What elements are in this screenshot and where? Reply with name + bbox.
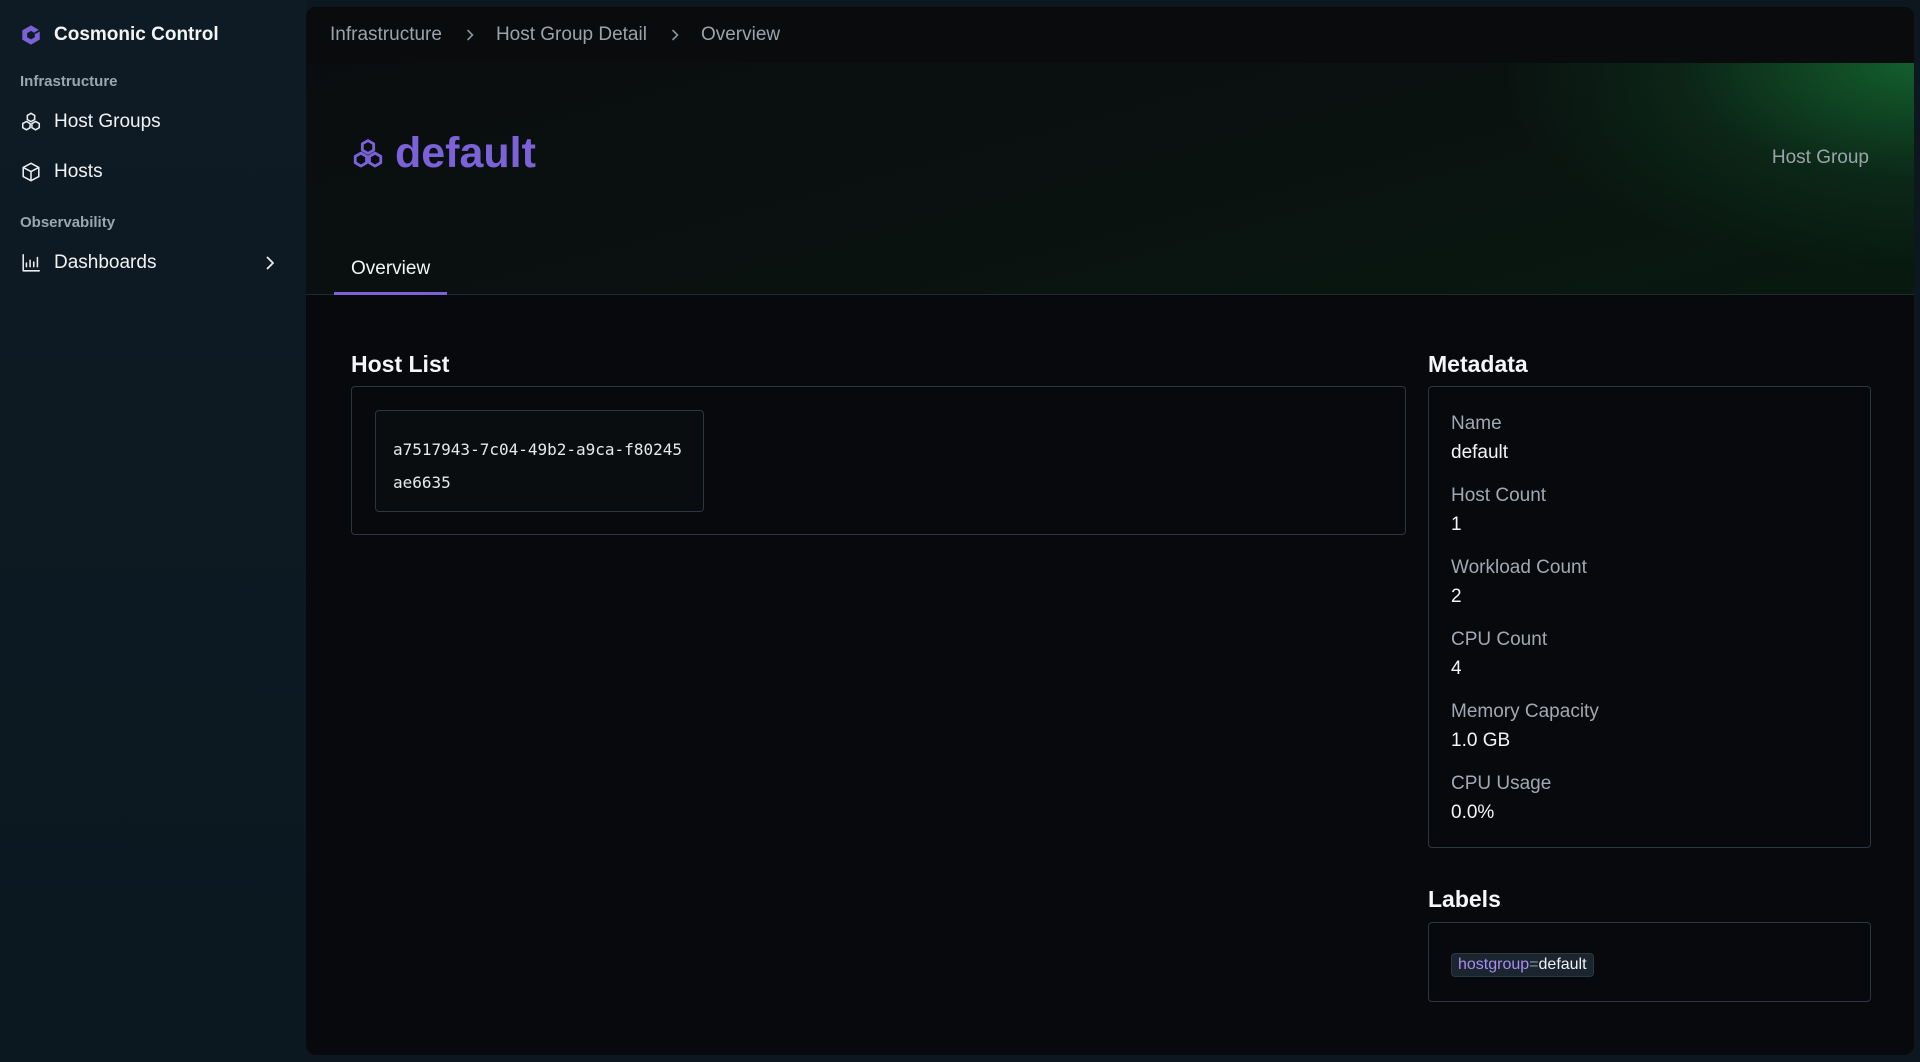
page-title: default (351, 129, 536, 178)
breadcrumb-item-overview[interactable]: Overview (701, 24, 780, 46)
label-tag[interactable]: hostgroup=default (1451, 953, 1594, 977)
metadata-value: 2 (1451, 586, 1462, 607)
label-value: default (1538, 956, 1587, 973)
sidebar: Cosmonic Control Infrastructure Host Gro… (0, 0, 306, 1062)
app-root: Cosmonic Control Infrastructure Host Gro… (0, 0, 1920, 1062)
label-separator: = (1529, 956, 1539, 973)
chart-icon (20, 252, 42, 274)
breadcrumb-item-infrastructure[interactable]: Infrastructure (330, 24, 442, 46)
resource-type-label: Host Group (1771, 147, 1869, 168)
metadata-row-name: Name default (1451, 413, 1870, 485)
host-groups-icon (20, 111, 42, 133)
page-header: default Host Group Overview (306, 63, 1914, 295)
metadata-key: CPU Count (1451, 629, 1548, 650)
host-list-card: a7517943-7c04-49b2-a9ca-f80245ae6635 (351, 386, 1406, 535)
page-title-text: default (395, 129, 536, 177)
sidebar-item-hosts[interactable]: Hosts (0, 150, 300, 194)
metadata-key: Memory Capacity (1451, 701, 1599, 722)
host-groups-icon (353, 138, 383, 167)
tab-overview[interactable]: Overview (334, 257, 448, 295)
sidebar-item-label: Dashboards (54, 252, 157, 273)
metadata-title: Metadata (1428, 351, 1528, 377)
labels-card: hostgroup=default (1428, 922, 1871, 1002)
sidebar-item-label: Hosts (54, 161, 103, 182)
main-panel: Infrastructure Host Group Detail Overvie… (306, 7, 1914, 1055)
metadata-row-cpu-count: CPU Count 4 (1451, 629, 1870, 701)
cosmonic-logo-icon (22, 25, 41, 45)
metadata-row-host-count: Host Count 1 (1451, 485, 1870, 557)
metadata-value: 4 (1451, 658, 1462, 679)
metadata-key: Workload Count (1451, 557, 1587, 578)
metadata-row-cpu-usage: CPU Usage 0.0% (1451, 773, 1870, 845)
sidebar-item-dashboards[interactable]: Dashboards (0, 241, 300, 285)
chevron-right-icon (467, 29, 474, 41)
metadata-value: 0.0% (1451, 802, 1495, 823)
metadata-value: default (1451, 442, 1509, 463)
metadata-key: Host Count (1451, 485, 1547, 506)
metadata-key: Name (1451, 413, 1502, 434)
labels-title: Labels (1428, 886, 1501, 912)
metadata-value: 1 (1451, 514, 1462, 535)
host-list-title: Host List (351, 351, 450, 377)
chevron-right-icon (672, 29, 679, 41)
metadata-row-workload-count: Workload Count 2 (1451, 557, 1870, 629)
section-label-infrastructure: Infrastructure (20, 73, 118, 90)
breadcrumb-item-host-group-detail[interactable]: Host Group Detail (496, 24, 647, 46)
metadata-card: Name default Host Count 1 Workload Count… (1428, 386, 1871, 848)
metadata-row-memory-capacity: Memory Capacity 1.0 GB (1451, 701, 1870, 773)
breadcrumb: Infrastructure Host Group Detail Overvie… (306, 7, 1914, 63)
metadata-value: 1.0 GB (1451, 730, 1511, 751)
metadata-key: CPU Usage (1451, 773, 1552, 794)
section-label-observability: Observability (20, 214, 116, 231)
sidebar-item-label: Host Groups (54, 111, 161, 132)
cube-icon (20, 161, 42, 183)
host-list-item[interactable]: a7517943-7c04-49b2-a9ca-f80245ae6635 (375, 410, 704, 512)
app-name: Cosmonic Control (54, 24, 219, 45)
label-key: hostgroup (1458, 956, 1530, 973)
chevron-right-icon[interactable] (260, 253, 280, 273)
brand[interactable]: Cosmonic Control (0, 22, 306, 48)
sidebar-item-host-groups[interactable]: Host Groups (0, 100, 300, 144)
